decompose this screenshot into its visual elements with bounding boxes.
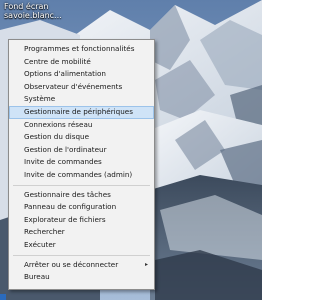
start-button[interactable] [0, 294, 6, 300]
power-user-context-menu: Programmes et fonctionnalités Centre de … [8, 39, 155, 290]
menu-item-device-manager[interactable]: Gestionnaire de périphériques [9, 105, 154, 119]
desktop-shortcut-label-line1: Fond écran [4, 2, 49, 11]
menu-item-command-prompt[interactable]: Invite de commandes [9, 156, 154, 169]
menu-item-power-options[interactable]: Options d'alimentation [9, 68, 154, 81]
menu-item-run[interactable]: Exécuter [9, 239, 154, 252]
menu-item-computer-management[interactable]: Gestion de l'ordinateur [9, 144, 154, 157]
menu-item-network-connections[interactable]: Connexions réseau [9, 119, 154, 132]
menu-item-control-panel[interactable]: Panneau de configuration [9, 201, 154, 214]
menu-item-desktop[interactable]: Bureau [9, 271, 154, 284]
menu-item-mobility-center[interactable]: Centre de mobilité [9, 56, 154, 69]
menu-item-disk-management[interactable]: Gestion du disque [9, 131, 154, 144]
menu-item-event-viewer[interactable]: Observateur d'événements [9, 81, 154, 94]
menu-separator [13, 254, 150, 256]
menu-item-shutdown-signout-label: Arrêter ou se déconnecter [24, 259, 119, 269]
menu-item-file-explorer[interactable]: Explorateur de fichiers [9, 214, 154, 227]
menu-separator [13, 184, 150, 186]
menu-item-programs-features[interactable]: Programmes et fonctionnalités [9, 43, 154, 56]
desktop-shortcut[interactable]: Fond écran savoie.blanc... [4, 2, 62, 20]
menu-item-command-prompt-admin[interactable]: Invite de commandes (admin) [9, 169, 154, 182]
menu-item-system[interactable]: Système [9, 93, 154, 106]
chevron-right-icon: ▸ [144, 260, 148, 268]
desktop-shortcut-label-line2: savoie.blanc... [4, 11, 62, 20]
menu-item-shutdown-signout[interactable]: Arrêter ou se déconnecter ▸ [9, 259, 154, 272]
desktop: Fond écran savoie.blanc... Programmes et… [0, 0, 262, 300]
menu-item-task-manager[interactable]: Gestionnaire des tâches [9, 189, 154, 202]
menu-item-search[interactable]: Rechercher [9, 226, 154, 239]
